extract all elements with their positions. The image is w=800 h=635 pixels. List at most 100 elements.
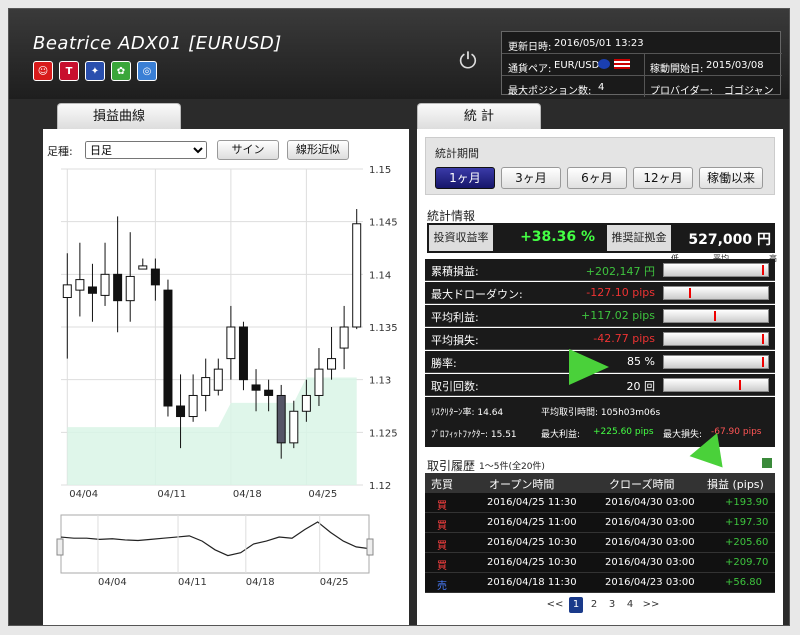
stat-level-marker	[762, 357, 764, 367]
candle-body	[264, 389, 274, 396]
stat-level-marker	[762, 265, 764, 275]
candle-body	[276, 394, 286, 444]
candle-body	[125, 275, 135, 302]
pair-value: EUR/USD	[554, 60, 600, 71]
y-tick-label: 1.125	[369, 428, 398, 439]
history-cell-pl: +209.70	[725, 557, 769, 568]
stat-label: 勝率:	[431, 357, 457, 370]
max-loss-label: 最大損失:	[663, 430, 703, 440]
history-header-side: 売買	[431, 478, 453, 491]
y-tick-label: 1.14	[369, 270, 391, 281]
history-count: 1～5件(全20件)	[479, 462, 545, 472]
stat-value: +202,147 円	[585, 265, 655, 278]
page-title: Beatrice ADX01 [EURUSD]	[33, 33, 282, 54]
globe-icon[interactable]: ◎	[137, 61, 157, 81]
app-window: Beatrice ADX01 [EURUSD] ☺ T ✦ ✿ ◎ ⏻ 更新日時: 20…	[8, 8, 790, 626]
chart-badge-icon[interactable]: ✦	[85, 61, 105, 81]
page-link-1[interactable]: 1	[569, 597, 583, 613]
history-cell-close: 2016/04/30 03:00	[605, 517, 695, 528]
next-page-link[interactable]: >>	[641, 597, 661, 613]
navigator-handle-right	[366, 538, 374, 556]
annotation-arrow-right-icon	[569, 349, 609, 385]
stat-row: 最大ドローダウン: -127.10 pips	[425, 282, 775, 304]
stat-value: +117.02 pips	[581, 309, 655, 322]
history-cell-side: 買	[437, 501, 447, 512]
power-icon[interactable]: ⏻	[455, 49, 481, 75]
page-link-2[interactable]: 2	[587, 597, 601, 613]
y-tick-label: 1.13	[369, 376, 391, 387]
stat-level-marker	[739, 380, 741, 390]
stat-label: 累積損益:	[431, 265, 479, 278]
candle-body	[100, 273, 110, 296]
stat-row: 平均損失: -42.77 pips	[425, 328, 775, 350]
candle-body	[113, 273, 123, 302]
period-button-3m[interactable]: 3ヶ月	[501, 167, 561, 189]
trend-button[interactable]: 線形近似	[287, 140, 349, 160]
page-link-3[interactable]: 3	[605, 597, 619, 613]
history-cell-side: 買	[437, 561, 447, 572]
tab-statistics[interactable]: 統 計	[417, 103, 541, 129]
smile-icon[interactable]: ☺	[33, 61, 53, 81]
candle-body	[163, 289, 173, 407]
stat-label: 取引回数:	[431, 380, 479, 393]
bar-type-select[interactable]: 日足	[85, 141, 207, 159]
navigator-tick-label: 04/11	[178, 577, 207, 588]
stat-level-bar	[663, 286, 769, 300]
prev-page-link[interactable]: <<	[545, 597, 565, 613]
maxpos-value: 4	[598, 82, 605, 93]
stat-value: -42.77 pips	[593, 332, 655, 345]
table-row[interactable]: 買 2016/04/25 11:00 2016/04/30 03:00 +197.30	[425, 513, 775, 533]
profit-factor-text: ﾌﾟﾛﾌｨｯﾄﾌｧｸﾀｰ: 15.51	[431, 430, 517, 440]
candle-body	[289, 410, 299, 444]
candle-body	[327, 358, 337, 370]
eu-flag-icon	[598, 59, 610, 69]
info-box: 更新日時: 2016/05/01 13:23 通貨ペア: EUR/USD 稼動開…	[501, 31, 782, 97]
page-link-4[interactable]: 4	[623, 597, 637, 613]
history-cell-open: 2016/04/25 11:00	[487, 517, 577, 528]
export-excel-icon[interactable]	[761, 457, 773, 469]
x-tick-label: 04/11	[157, 489, 186, 500]
period-button-12m[interactable]: 12ヶ月	[633, 167, 693, 189]
y-tick-label: 1.12	[369, 481, 391, 492]
balance-area	[67, 377, 357, 485]
left-panel: 足種: 日足 サイン 線形近似 1.15 1.145 1.14 1.135 1.13 1.…	[43, 129, 409, 625]
stat-value: -127.10 pips	[586, 286, 655, 299]
stat-level-bar	[663, 378, 769, 392]
leaf-icon[interactable]: ✿	[111, 61, 131, 81]
updated-value: 2016/05/01 13:23	[554, 38, 644, 49]
stat-row: 平均利益: +117.02 pips	[425, 305, 775, 327]
stat-level-bar	[663, 309, 769, 323]
candle-body	[213, 368, 223, 391]
stat-level-bar	[663, 355, 769, 369]
roi-value: +38.36 %	[520, 229, 595, 245]
table-row[interactable]: 買 2016/04/25 10:30 2016/04/30 03:00 +209.70	[425, 553, 775, 573]
period-button-6m[interactable]: 6ヶ月	[567, 167, 627, 189]
table-row[interactable]: 買 2016/04/25 11:30 2016/04/30 03:00 +193.90	[425, 493, 775, 513]
table-row[interactable]: 買 2016/04/25 10:30 2016/04/30 03:00 +205.60	[425, 533, 775, 553]
stat-level-bar	[663, 263, 769, 277]
candle-body	[238, 326, 248, 381]
start-value: 2015/03/08	[706, 60, 764, 71]
range-navigator-chart[interactable]: 04/04 04/11 04/18 04/25	[43, 509, 409, 605]
stat-label: 最大ドローダウン:	[431, 288, 523, 301]
table-row[interactable]: 売 2016/04/18 11:30 2016/04/23 03:00 +56.80	[425, 573, 775, 593]
history-cell-close: 2016/04/30 03:00	[605, 497, 695, 508]
stat-label: 平均損失:	[431, 334, 479, 347]
history-header-close: クローズ時間	[609, 478, 675, 491]
bar-type-label: 足種:	[47, 145, 73, 158]
t100-icon[interactable]: T	[59, 61, 79, 81]
candle-body	[87, 286, 97, 294]
history-cell-side: 買	[437, 541, 447, 552]
period-button-1m[interactable]: 1ヶ月	[435, 167, 495, 189]
tab-profit-curve[interactable]: 損益曲線	[57, 103, 181, 129]
history-cell-pl: +56.80	[725, 577, 763, 588]
navigator-handle-left	[56, 538, 64, 556]
history-cell-pl: +205.60	[725, 537, 769, 548]
period-button-all[interactable]: 稼働以来	[699, 167, 763, 189]
us-flag-icon	[614, 59, 630, 69]
y-tick-label: 1.145	[369, 218, 398, 229]
x-tick-label: 04/25	[308, 489, 337, 500]
roi-label: 投資収益率	[429, 225, 493, 251]
stat-level-bar	[663, 332, 769, 346]
sign-button[interactable]: サイン	[217, 140, 279, 160]
